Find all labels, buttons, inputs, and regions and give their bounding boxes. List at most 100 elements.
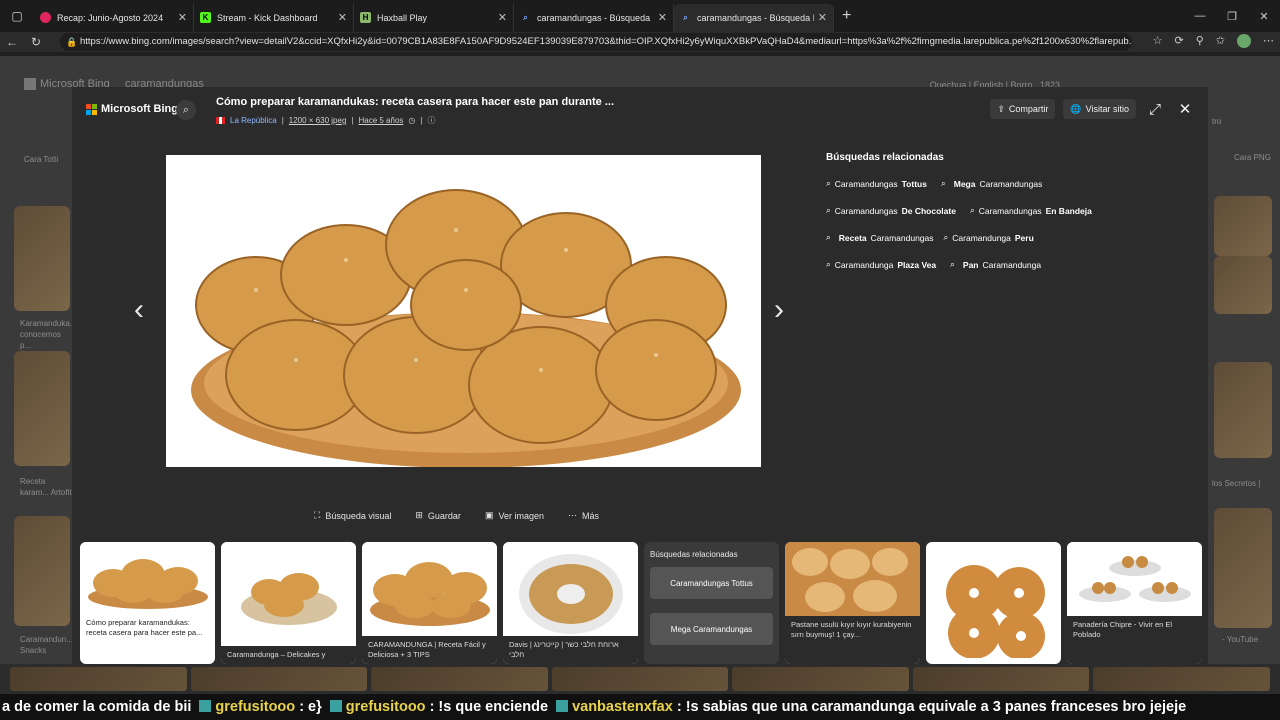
visual-search-button[interactable]: ⛶ Búsqueda visual bbox=[314, 510, 391, 521]
tab[interactable]: H Haxball Play ✕ bbox=[354, 3, 514, 32]
similar-image-card[interactable]: Davis | ארוחת חלבי כשר | קייטרינג חלבי bbox=[503, 542, 638, 664]
chat-message: : e} bbox=[299, 699, 322, 715]
refresh-icon[interactable]: ↻ bbox=[24, 35, 48, 49]
more-menu-icon[interactable]: ⋯ bbox=[1263, 34, 1274, 48]
sync-icon[interactable]: ⟳ bbox=[1175, 34, 1184, 48]
similar-image-card[interactable]: Cómo preparar karamandukas: receta caser… bbox=[80, 542, 215, 664]
related-chip[interactable]: ⌕ Caramandungas Tottus bbox=[826, 175, 931, 192]
bg-thumb bbox=[14, 516, 70, 626]
close-tab-icon[interactable]: ✕ bbox=[818, 11, 827, 24]
image-icon: ▣ bbox=[484, 510, 494, 520]
back-icon[interactable]: ← bbox=[0, 35, 24, 49]
card-caption: Davis | ארוחת חלבי כשר | קייטרינג חלבי bbox=[503, 636, 638, 664]
separator: | bbox=[281, 116, 284, 125]
related-card-item[interactable]: Mega Caramandungas bbox=[650, 613, 773, 645]
chat-ticker: a de comer la comida de bii grefusitooo … bbox=[0, 694, 1280, 720]
chat-username: grefusitooo bbox=[345, 699, 426, 715]
user-badge-icon bbox=[199, 700, 212, 712]
chat-message: a de comer la comida de bii bbox=[2, 699, 192, 715]
close-tab-icon[interactable]: ✕ bbox=[498, 11, 507, 24]
bg-snippet: Cara PNG bbox=[1234, 153, 1271, 162]
tab-title: caramandungas - Búsqueda Imá bbox=[697, 12, 814, 23]
similar-image-card[interactable]: Pastane usulü kıyır kıyır kurabiyenin sı… bbox=[785, 542, 920, 664]
tab-actions-icon[interactable]: ▢ bbox=[0, 0, 34, 32]
card-caption: Caramandunga – Delicakes y bbox=[221, 646, 356, 664]
bg-snippet: - YouTube bbox=[1222, 635, 1259, 644]
related-chip[interactable]: ⌕ Caramandunga Plaza Vea bbox=[826, 256, 940, 273]
image-dimensions[interactable]: 1200 × 630 jpeg bbox=[289, 116, 347, 125]
url-text: https://www.bing.com/images/search?view=… bbox=[80, 36, 1132, 47]
image-age[interactable]: Hace 5 años bbox=[358, 116, 403, 125]
favorites-icon[interactable]: ✩ bbox=[1216, 34, 1225, 48]
overlay-thumb bbox=[551, 667, 729, 691]
overlay-thumb bbox=[190, 667, 368, 691]
search-icon[interactable]: ⌕ bbox=[176, 100, 196, 120]
microsoft-logo-icon bbox=[86, 103, 97, 115]
related-chip[interactable]: ⌕ Caramandunga Peru bbox=[944, 229, 1038, 246]
close-icon[interactable]: ✕ bbox=[1174, 98, 1196, 120]
more-button[interactable]: ⋯ Más bbox=[568, 510, 599, 521]
bing-logo[interactable]: Microsoft Bing bbox=[86, 103, 178, 115]
similar-image-card[interactable]: Caramandunga – Delicakes y bbox=[221, 542, 356, 664]
info-icon[interactable]: ⓘ bbox=[427, 115, 435, 126]
chat-message: : !s sabias que una caramandunga equival… bbox=[676, 699, 1187, 715]
restore-icon[interactable]: ❐ bbox=[1216, 0, 1248, 32]
minimize-icon[interactable]: — bbox=[1184, 0, 1216, 32]
bread-thumbnail bbox=[785, 542, 920, 616]
image-title[interactable]: Cómo preparar karamandukas: receta caser… bbox=[216, 96, 614, 108]
tab[interactable]: Recap: Junio-Agosto 2024 ✕ bbox=[34, 3, 194, 32]
next-image-icon[interactable]: › bbox=[774, 293, 784, 327]
close-tab-icon[interactable]: ✕ bbox=[178, 11, 187, 24]
bg-snippet: Receta karam... Artofit bbox=[20, 477, 72, 497]
share-button[interactable]: ⇪ Compartir bbox=[990, 99, 1056, 119]
search-icon: ⌕ bbox=[826, 232, 831, 242]
tab-active[interactable]: ⌕ caramandungas - Búsqueda Imá ✕ bbox=[674, 3, 834, 32]
expand-icon[interactable]: ⤢ bbox=[1144, 98, 1166, 120]
visit-site-button[interactable]: 🌐 Visitar sitio bbox=[1063, 99, 1136, 119]
bg-snippet: Caramandun... Snacks bbox=[20, 635, 73, 655]
lock-icon: 🔒 bbox=[66, 37, 78, 47]
related-card-item[interactable]: Caramandungas Tottus bbox=[650, 567, 773, 599]
related-chip[interactable]: ⌕ Caramandungas De Chocolate bbox=[826, 202, 960, 219]
thumbnail bbox=[221, 542, 356, 642]
view-image-button[interactable]: ▣ Ver imagen bbox=[485, 510, 544, 521]
similar-image-card[interactable]: CARAMANDUNGA | Receta Fácil y Deliciosa … bbox=[362, 542, 497, 664]
tab-favicon-icon bbox=[40, 12, 51, 23]
card-caption: Cómo preparar karamandukas: receta caser… bbox=[86, 618, 203, 637]
related-chip[interactable]: ⌕ Caramandungas En Bandeja bbox=[970, 202, 1096, 219]
bg-snippet: los Secretos | bbox=[1212, 479, 1261, 488]
tab-title: Recap: Junio-Agosto 2024 bbox=[57, 12, 164, 23]
address-bar: ← ↻ 🔒 https://www.bing.com/images/search… bbox=[0, 32, 1280, 52]
close-tab-icon[interactable]: ✕ bbox=[338, 11, 347, 24]
close-window-icon[interactable]: ✕ bbox=[1248, 0, 1280, 32]
bg-thumb bbox=[1214, 196, 1272, 256]
thumbnail bbox=[926, 542, 1061, 664]
similar-image-card[interactable] bbox=[926, 542, 1061, 664]
tab[interactable]: K Stream - Kick Dashboard ✕ bbox=[194, 3, 354, 32]
related-chip[interactable]: ⌕ Mega Caramandungas bbox=[941, 175, 1042, 192]
related-chip[interactable]: ⌕ Receta Caramandungas bbox=[826, 229, 934, 246]
source-link[interactable]: La República bbox=[230, 116, 277, 125]
tab[interactable]: ⌕ caramandungas - Búsqueda ✕ bbox=[514, 3, 674, 32]
thumbnail bbox=[362, 542, 497, 632]
close-tab-icon[interactable]: ✕ bbox=[658, 11, 667, 24]
similar-image-card[interactable]: Panadería Chipre - Vivir en El Poblado bbox=[1067, 542, 1202, 664]
overlay-thumb bbox=[732, 667, 909, 691]
bg-thumb bbox=[14, 351, 70, 466]
modal-actions: ⇪ Compartir 🌐 Visitar sitio ⤢ ✕ bbox=[990, 98, 1196, 120]
search-icon: ⌕ bbox=[950, 259, 955, 269]
main-image[interactable] bbox=[166, 155, 761, 467]
save-button[interactable]: ⊞ Guardar bbox=[415, 510, 461, 521]
overlay-thumb bbox=[371, 667, 548, 691]
related-chip[interactable]: ⌕ Pan Caramandunga bbox=[950, 256, 1041, 273]
bg-thumb bbox=[1214, 508, 1272, 628]
tab-title: Haxball Play bbox=[377, 12, 428, 23]
favorite-star-icon[interactable]: ☆ bbox=[1153, 34, 1163, 48]
bg-snippet: tro bbox=[1212, 117, 1222, 126]
url-field[interactable]: 🔒 https://www.bing.com/images/search?vie… bbox=[60, 33, 1132, 51]
tab-title: caramandungas - Búsqueda bbox=[537, 12, 651, 23]
new-tab-icon[interactable]: + bbox=[842, 7, 851, 25]
extensions-icon[interactable]: ⚲ bbox=[1196, 34, 1204, 48]
previous-image-icon[interactable]: ‹ bbox=[134, 293, 144, 327]
profile-avatar[interactable] bbox=[1237, 34, 1251, 48]
